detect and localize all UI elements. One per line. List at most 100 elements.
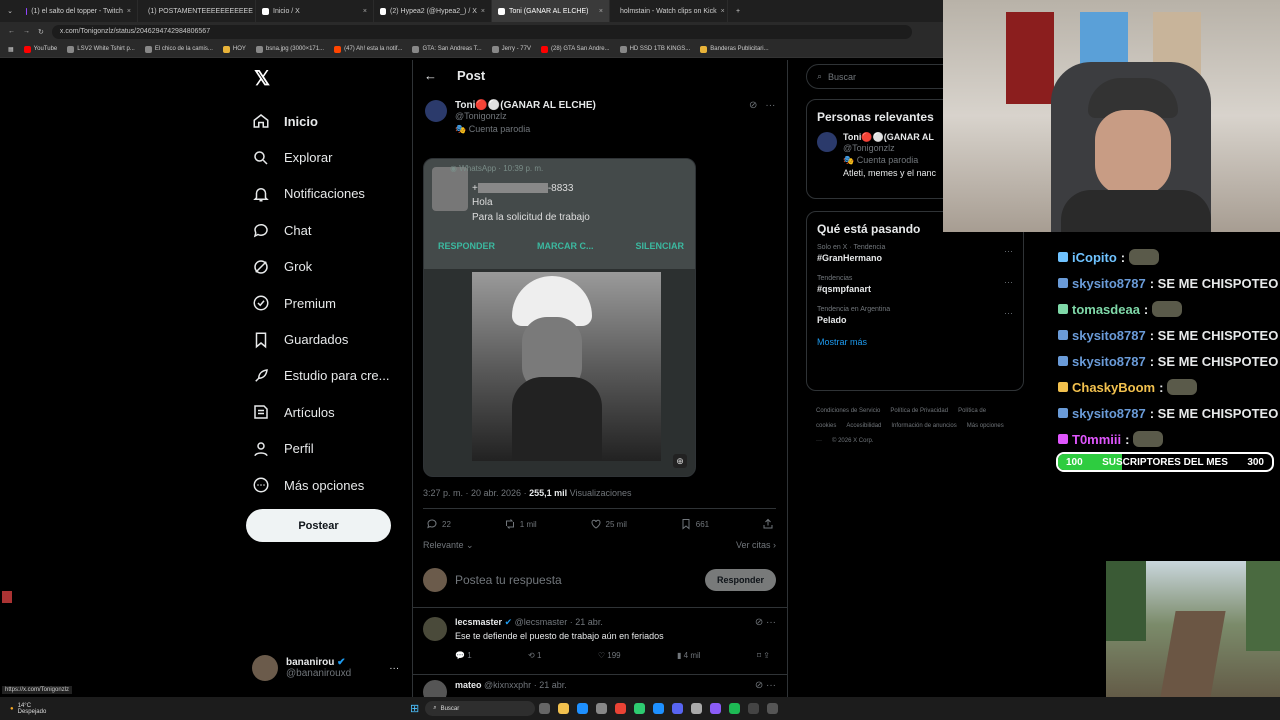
trend-item[interactable]: Tendencias #qsmpfanart ··· <box>817 275 1013 294</box>
discord-icon[interactable] <box>672 703 684 714</box>
store-icon[interactable] <box>596 703 608 714</box>
reply-action[interactable]: 💬 1 <box>455 651 472 660</box>
app-icon[interactable] <box>691 703 703 714</box>
app-icon[interactable] <box>710 703 722 714</box>
footer-link[interactable]: Condiciones de Servicio <box>816 408 880 414</box>
app-icon[interactable] <box>748 703 760 714</box>
back-arrow-icon[interactable]: ← <box>424 68 437 83</box>
reload-icon[interactable]: ↻ <box>38 28 44 36</box>
chrome-icon[interactable] <box>615 703 627 714</box>
trend-item[interactable]: Solo en X · Tendencia #GranHermano ··· <box>817 244 1013 263</box>
nav-item[interactable]: Notificaciones <box>252 176 390 212</box>
app-icon[interactable] <box>767 703 779 714</box>
reply-author-handle[interactable]: @kixnxxphr <box>484 680 531 690</box>
bookmark-item[interactable]: YouTube <box>23 45 57 53</box>
bookmark-item[interactable]: HOY <box>222 45 246 53</box>
more-icon[interactable]: ··· <box>389 663 399 674</box>
bookmark-item[interactable]: HD SSD 1TB KINGS... <box>619 45 690 53</box>
taskbar-search[interactable]: ⌕ Buscar <box>425 701 536 716</box>
footer-link[interactable]: Política de Privacidad <box>890 408 948 414</box>
apps-icon[interactable]: ▦ <box>8 46 14 53</box>
close-icon[interactable]: × <box>127 8 131 15</box>
reply-input[interactable]: Postea tu respuesta <box>455 573 562 587</box>
tab-menu-icon[interactable]: ⌄ <box>0 7 20 15</box>
media-action-icon[interactable]: ⊕ <box>673 454 687 468</box>
reply-author-handle[interactable]: @lecsmaster <box>515 617 568 627</box>
close-icon[interactable]: × <box>599 8 603 15</box>
reply-action[interactable]: 22 <box>426 518 451 530</box>
app-icon[interactable] <box>653 703 665 714</box>
desktop-icon[interactable] <box>2 591 12 603</box>
back-icon[interactable]: ← <box>8 28 15 35</box>
task-view-icon[interactable] <box>539 703 551 714</box>
nav-item[interactable]: Chat <box>252 212 390 248</box>
more-icon[interactable]: ··· <box>766 617 776 628</box>
avatar[interactable] <box>423 617 447 641</box>
nav-item[interactable]: Inicio <box>252 103 390 139</box>
nav-item[interactable]: Grok <box>252 249 390 285</box>
bookmark-item[interactable]: LSV2 White Tshirt p... <box>67 45 135 53</box>
close-icon[interactable]: × <box>481 8 485 15</box>
reply-button[interactable]: Responder <box>704 569 776 591</box>
reply-author-name[interactable]: mateo <box>455 680 482 690</box>
relevant-handle[interactable]: @Tonigonzlz <box>843 143 936 153</box>
nav-item[interactable]: Más opciones <box>252 467 390 503</box>
search-input[interactable]: Buscar <box>828 72 856 82</box>
post-timestamp[interactable]: 3:27 p. m. · 20 abr. 2026 · <box>423 488 527 498</box>
nav-item[interactable]: Perfil <box>252 431 390 467</box>
repost-action[interactable]: ⟲ 1 <box>528 651 541 660</box>
bookmark-item[interactable]: Jerry - 77V <box>491 45 531 53</box>
nav-item[interactable]: Artículos <box>252 394 390 430</box>
quotes-link[interactable]: Ver citas › <box>736 540 776 551</box>
bookmark-item[interactable]: bsna.jpg (3000×171... <box>255 45 324 53</box>
reply-date[interactable]: · 21 abr. <box>534 680 567 690</box>
show-more-link[interactable]: Mostrar más <box>817 337 1013 347</box>
close-icon[interactable]: × <box>721 8 725 15</box>
grok-icon[interactable]: ⊘ <box>749 100 757 111</box>
grok-icon[interactable]: ⊘ <box>755 680 763 691</box>
url-input[interactable]: x.com/Tonigonzlz/status/2046294742984806… <box>51 24 912 39</box>
reply-date[interactable]: · 21 abr. <box>570 617 603 627</box>
repost-action[interactable]: 1 mil <box>504 518 537 530</box>
reply-post[interactable]: lecsmaster ✔ @lecsmaster · 21 abr. Ese t… <box>423 617 776 660</box>
avatar[interactable] <box>817 132 837 152</box>
footer-link[interactable]: Información de anuncios <box>891 423 956 429</box>
windows-start-icon[interactable]: ⊞ <box>410 702 419 715</box>
bookmark-item[interactable]: El chico de la camis... <box>144 45 213 53</box>
more-icon[interactable]: ··· <box>1004 308 1013 318</box>
app-icon[interactable] <box>634 703 646 714</box>
bookmark-item[interactable]: Banderas Publicitari... <box>700 45 769 53</box>
browser-tab[interactable]: (1) el salto del topper - Twitch × <box>20 0 138 22</box>
nav-item[interactable]: Explorar <box>252 139 390 175</box>
share-action[interactable] <box>762 518 774 530</box>
nav-item[interactable]: Premium <box>252 285 390 321</box>
post-media[interactable]: ◉ WhatsApp · 10:39 p. m. + -8833 Hola Par… <box>423 158 696 477</box>
browser-tab[interactable]: Inicio / X × <box>256 0 374 22</box>
more-icon[interactable]: ··· <box>765 100 775 111</box>
browser-tab[interactable]: (2) Hypea2 (@Hypea2_) / X × <box>374 0 492 22</box>
like-action[interactable]: 25 mil <box>590 518 627 530</box>
trend-item[interactable]: Tendencia en Argentina Pelado ··· <box>817 306 1013 325</box>
bookmark-item[interactable]: (28) GTA San Andre... <box>540 45 610 53</box>
author-avatar[interactable] <box>425 100 447 122</box>
x-logo[interactable]: 𝕏 <box>254 66 270 91</box>
like-action[interactable]: ♡ 199 <box>598 651 621 660</box>
more-icon[interactable]: ··· <box>1004 246 1013 256</box>
bookmark-item[interactable]: GTA: San Andreas T... <box>412 45 482 53</box>
grok-icon[interactable]: ⊘ <box>755 617 763 628</box>
close-icon[interactable]: × <box>363 8 367 15</box>
spotify-icon[interactable] <box>729 703 741 714</box>
footer-link[interactable]: Accesibilidad <box>846 423 881 429</box>
bookmark-action[interactable]: ⌑ ⇪ <box>757 651 770 660</box>
account-switcher[interactable]: bananirou ✔ @bananirouxd ··· <box>252 655 399 681</box>
more-icon[interactable]: ··· <box>1004 277 1013 287</box>
browser-tab[interactable]: Toni (GANAR AL ELCHE) × <box>492 0 610 22</box>
relevant-name[interactable]: Toni🔴⚪(GANAR AL <box>843 132 936 143</box>
file-explorer-icon[interactable] <box>558 703 570 714</box>
bookmark-item[interactable]: (47) Ah! esta la notif... <box>334 45 402 53</box>
views-action[interactable]: ▮ 4 mil <box>677 651 701 660</box>
bookmark-action[interactable]: 661 <box>680 518 709 530</box>
new-tab-button[interactable]: + <box>728 8 748 15</box>
browser-tab[interactable]: (1) POSTAMENTEEEEEEEEEEE× <box>138 0 256 22</box>
footer-link[interactable]: © 2026 X Corp. <box>832 438 873 444</box>
